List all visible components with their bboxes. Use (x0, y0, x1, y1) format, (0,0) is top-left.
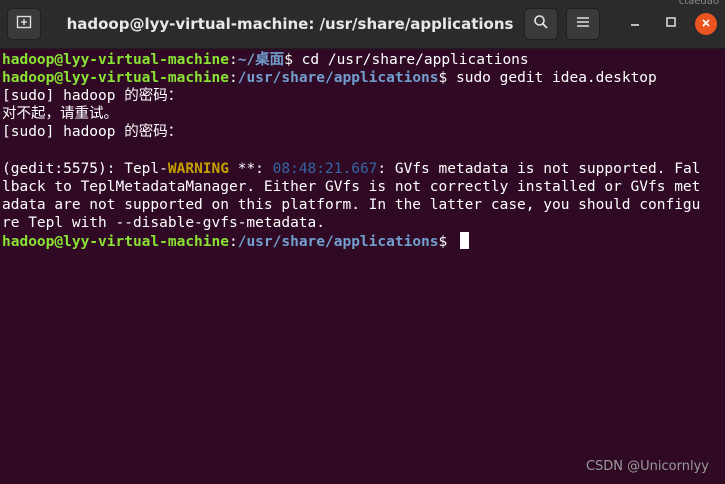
corner-fragment-text: ctaedao (678, 0, 719, 7)
window-title: hadoop@lyy-virtual-machine: /usr/share/a… (66, 15, 514, 33)
minimize-icon (629, 15, 641, 33)
terminal-line: [sudo] hadoop 的密码： (2, 88, 183, 105)
terminal-line: 对不起，请重试。 (2, 106, 118, 123)
prompt-path: /usr/share/applications (237, 233, 439, 250)
terminal-line: hadoop@lyy-virtual-machine:~/桌面$ cd /usr… (2, 51, 725, 69)
menu-button[interactable] (566, 8, 600, 40)
warning-prefix: (gedit:5575): Tepl- (2, 160, 168, 177)
terminal-output[interactable]: hadoop@lyy-virtual-machine:~/桌面$ cd /usr… (0, 49, 725, 484)
terminal-window: ctaedao hadoop@lyy-virtual-machine: /usr… (0, 0, 725, 484)
minimize-button[interactable] (623, 12, 647, 36)
prompt-path: /usr/share/applications (237, 70, 439, 87)
close-icon (701, 15, 711, 33)
prompt-path: ~/桌面 (237, 52, 285, 68)
terminal-line: hadoop@lyy-virtual-machine:/usr/share/ap… (2, 69, 725, 87)
warning-level: WARNING (167, 160, 229, 177)
maximize-icon (665, 15, 677, 33)
title-bar: ctaedao hadoop@lyy-virtual-machine: /usr… (0, 0, 725, 49)
prompt-symbol: $ (438, 70, 456, 87)
new-tab-button[interactable] (7, 8, 41, 40)
command-text: cd /usr/share/applications (301, 52, 529, 68)
terminal-line: lback to TeplMetadataManager. Either GVf… (2, 178, 701, 195)
new-tab-icon (16, 14, 32, 35)
warning-mid: **: (228, 160, 273, 177)
hamburger-menu-icon (576, 15, 590, 34)
text-cursor (459, 231, 469, 249)
maximize-button[interactable] (659, 12, 683, 36)
terminal-line: [sudo] hadoop 的密码： (2, 124, 183, 141)
warning-message: : GVfs metadata is not supported. Fal (377, 160, 701, 177)
terminal-line: re Tepl with --disable-gvfs-metadata. (2, 214, 326, 231)
terminal-line: (gedit:5575): Tepl-WARNING **: 08:48:21.… (2, 160, 725, 178)
close-button[interactable] (695, 13, 717, 35)
prompt-symbol: $ (284, 52, 302, 68)
warning-timestamp: 08:48:21.667 (272, 160, 378, 177)
prompt-separator: : (228, 52, 238, 68)
command-text: sudo gedit idea.desktop (455, 70, 657, 87)
watermark: CSDN @Unicornlyy (585, 459, 709, 474)
prompt-user: hadoop@lyy-virtual-machine (2, 70, 229, 87)
prompt-user: hadoop@lyy-virtual-machine (2, 233, 229, 250)
search-button[interactable] (524, 8, 558, 40)
prompt-separator: : (228, 233, 238, 250)
prompt-symbol: $ (438, 233, 456, 250)
terminal-line: hadoop@lyy-virtual-machine:/usr/share/ap… (2, 231, 725, 250)
prompt-separator: : (228, 70, 238, 87)
search-icon (533, 14, 549, 35)
terminal-line: adata are not supported on this platform… (2, 196, 701, 213)
prompt-user: hadoop@lyy-virtual-machine (2, 52, 229, 68)
